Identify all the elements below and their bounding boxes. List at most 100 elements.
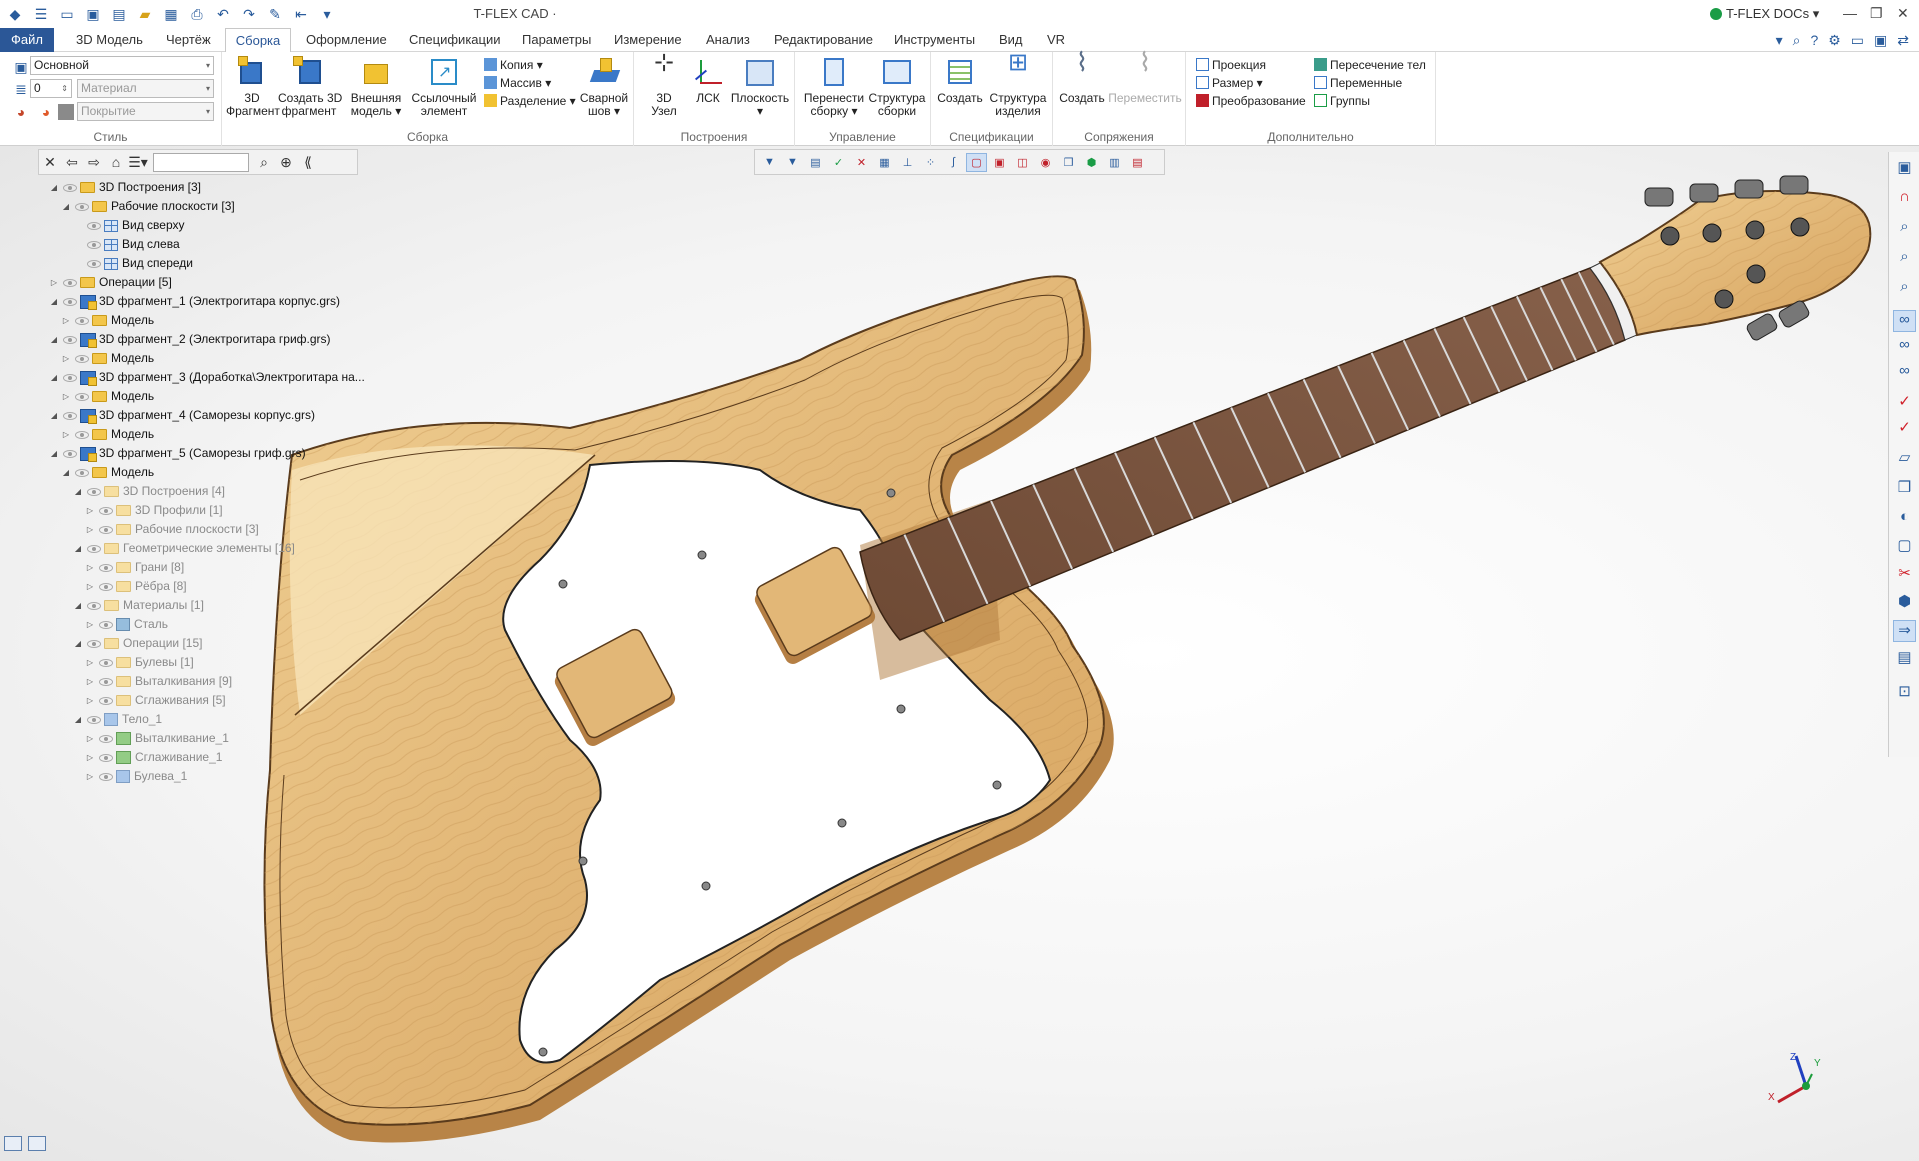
variables-button[interactable]: Переменные bbox=[1314, 74, 1402, 92]
expand-arrow-icon[interactable]: ▷ bbox=[84, 520, 96, 539]
visibility-eye-icon[interactable] bbox=[63, 373, 77, 382]
select-all-icon[interactable]: ✓ bbox=[828, 153, 849, 172]
material-combo[interactable]: Материал ▾ bbox=[77, 79, 214, 98]
close-icon[interactable]: ✕ bbox=[1897, 5, 1909, 22]
expand-arrow-icon[interactable]: ▷ bbox=[84, 691, 96, 710]
filter-points-icon[interactable]: ⁘ bbox=[920, 153, 941, 172]
move-assembly-button[interactable]: Перенести сборку ▾ bbox=[803, 56, 865, 118]
create-3d-fragment-button[interactable]: Создать 3D фрагмент bbox=[278, 56, 342, 118]
glasses-edit-icon[interactable]: ∞ bbox=[1893, 336, 1916, 358]
plane-view-icon[interactable]: ▱ bbox=[1893, 448, 1916, 470]
color-icon[interactable]: ◕ bbox=[10, 101, 32, 123]
home-icon[interactable]: ⌂ bbox=[105, 154, 127, 170]
visibility-eye-icon[interactable] bbox=[63, 449, 77, 458]
body-intersection-button[interactable]: Пересечение тел bbox=[1314, 56, 1426, 74]
visibility-eye-icon[interactable] bbox=[63, 335, 77, 344]
tree-item[interactable]: Вид сверху bbox=[72, 216, 185, 235]
assembly-structure-button[interactable]: Структура сборки bbox=[867, 56, 927, 118]
tree-item[interactable]: ◢ 3D фрагмент_4 (Саморезы корпус.grs) bbox=[48, 406, 315, 425]
zoom-out-icon[interactable]: ⌕ bbox=[1893, 278, 1916, 300]
forward-icon[interactable]: ⇨ bbox=[83, 154, 105, 171]
expand-arrow-icon[interactable]: ▷ bbox=[48, 273, 60, 292]
single-view-icon[interactable] bbox=[28, 1136, 46, 1151]
docs-button[interactable]: T-FLEX DOCs ▾ bbox=[1710, 6, 1819, 22]
tree-item[interactable]: ◢ Рабочие плоскости [3] bbox=[60, 197, 235, 216]
visibility-eye-icon[interactable] bbox=[99, 696, 113, 705]
collapse-arrow-icon[interactable]: ◢ bbox=[48, 330, 60, 349]
level-spinner[interactable]: 0 ⇕ bbox=[30, 79, 72, 98]
filter-cube-icon[interactable]: ❒ bbox=[1058, 153, 1079, 172]
tree-item[interactable]: ◢ 3D фрагмент_2 (Электрогитара гриф.grs) bbox=[48, 330, 331, 349]
tree-item[interactable]: Вид спереди bbox=[72, 254, 193, 273]
camera-icon[interactable]: ⊡ bbox=[1893, 682, 1916, 704]
expand-arrow-icon[interactable]: ▷ bbox=[84, 767, 96, 786]
visibility-eye-icon[interactable] bbox=[75, 392, 89, 401]
collapse-arrow-icon[interactable]: ◢ bbox=[72, 482, 84, 501]
filter-body-icon[interactable]: ▢ bbox=[966, 152, 987, 172]
tree-item[interactable]: ◢ Тело_1 bbox=[72, 710, 162, 729]
window-layout-icon[interactable]: ▭ bbox=[1851, 32, 1864, 49]
tree-search-input[interactable] bbox=[153, 152, 249, 172]
tree-item[interactable]: ▷ Сталь bbox=[84, 615, 168, 634]
visibility-eye-icon[interactable] bbox=[75, 202, 89, 211]
expand-arrow-icon[interactable]: ▷ bbox=[84, 558, 96, 577]
visibility-eye-icon[interactable] bbox=[63, 297, 77, 306]
expand-arrow-icon[interactable]: ▷ bbox=[84, 501, 96, 520]
tree-item[interactable]: ▷ Булевы [1] bbox=[84, 653, 194, 672]
visibility-eye-icon[interactable] bbox=[87, 221, 101, 230]
glasses-hide-icon[interactable]: ∞ bbox=[1893, 362, 1916, 384]
tree-item[interactable]: ▷ Модель bbox=[60, 387, 154, 406]
search-icon[interactable]: ⌕ bbox=[1793, 32, 1801, 49]
tree-item[interactable]: ◢ Материалы [1] bbox=[72, 596, 204, 615]
split-button[interactable]: Разделение ▾ bbox=[484, 92, 576, 110]
color-swatch[interactable] bbox=[58, 104, 74, 120]
collapse-arrow-icon[interactable]: ◢ bbox=[48, 292, 60, 311]
search-icon[interactable]: ⌕ bbox=[253, 154, 275, 171]
lcs-button[interactable]: ЛСК bbox=[688, 56, 728, 105]
create-mate-button[interactable]: ⌇ Создать bbox=[1059, 49, 1105, 105]
tree-item[interactable]: ▷ Булева_1 bbox=[84, 767, 187, 786]
tab-tools[interactable]: Инструменты bbox=[894, 28, 975, 52]
visibility-eye-icon[interactable] bbox=[99, 506, 113, 515]
tree-item[interactable]: ◢ Операции [15] bbox=[72, 634, 203, 653]
fullscreen-icon[interactable]: ▣ bbox=[1874, 32, 1887, 49]
filter-edge-icon[interactable]: ◫ bbox=[1012, 153, 1033, 172]
minimize-icon[interactable]: — bbox=[1843, 5, 1857, 21]
visibility-eye-icon[interactable] bbox=[99, 563, 113, 572]
cube-yellow-icon[interactable]: ▢ bbox=[1893, 536, 1916, 558]
tree-item[interactable]: ▷ Сглаживания [5] bbox=[84, 691, 226, 710]
visibility-eye-icon[interactable] bbox=[99, 658, 113, 667]
tree-item[interactable]: ▷ Выталкивания [9] bbox=[84, 672, 232, 691]
measure-icon[interactable]: ▤ bbox=[1893, 648, 1916, 670]
collapse-arrow-icon[interactable]: ◢ bbox=[72, 596, 84, 615]
tab-specifications[interactable]: Спецификации bbox=[409, 28, 501, 52]
3d-fragment-button[interactable]: 3D Фрагмент bbox=[226, 56, 280, 118]
tab-editing[interactable]: Редактирование bbox=[774, 28, 873, 52]
visibility-eye-icon[interactable] bbox=[99, 772, 113, 781]
expand-arrow-icon[interactable]: ▷ bbox=[84, 729, 96, 748]
split-view-icon[interactable] bbox=[4, 1136, 22, 1151]
tree-item[interactable]: ▷ 3D Профили [1] bbox=[84, 501, 223, 520]
tab-drawing[interactable]: Чертёж bbox=[166, 28, 211, 52]
visibility-eye-icon[interactable] bbox=[75, 430, 89, 439]
tree-item[interactable]: ◢ 3D Построения [4] bbox=[72, 482, 225, 501]
arrow-view-icon[interactable]: ⇒ bbox=[1893, 620, 1916, 642]
back-icon[interactable]: ⇦ bbox=[61, 154, 83, 171]
visibility-eye-icon[interactable] bbox=[99, 734, 113, 743]
weld-seam-button[interactable]: Сварной шов ▾ bbox=[576, 56, 632, 118]
array-button[interactable]: Массив ▾ bbox=[484, 74, 551, 92]
tree-item[interactable]: ▷ Операции [5] bbox=[48, 273, 172, 292]
visibility-eye-icon[interactable] bbox=[63, 183, 77, 192]
visibility-eye-icon[interactable] bbox=[87, 715, 101, 724]
filter-icon[interactable]: ▼ bbox=[759, 153, 780, 172]
collapse-arrow-icon[interactable]: ◢ bbox=[60, 197, 72, 216]
zoom-in-icon[interactable]: ⌕ bbox=[1893, 248, 1916, 270]
dropdown-icon[interactable]: ▾ bbox=[1776, 32, 1783, 49]
visibility-eye-icon[interactable] bbox=[75, 316, 89, 325]
dimension-button[interactable]: Размер ▾ bbox=[1196, 74, 1263, 92]
expand-arrow-icon[interactable]: ▷ bbox=[84, 577, 96, 596]
visibility-eye-icon[interactable] bbox=[63, 411, 77, 420]
expand-arrow-icon[interactable]: ▷ bbox=[60, 387, 72, 406]
tree-item[interactable]: ◢ 3D фрагмент_5 (Саморезы гриф.grs) bbox=[48, 444, 306, 463]
collapse-arrow-icon[interactable]: ◢ bbox=[48, 444, 60, 463]
